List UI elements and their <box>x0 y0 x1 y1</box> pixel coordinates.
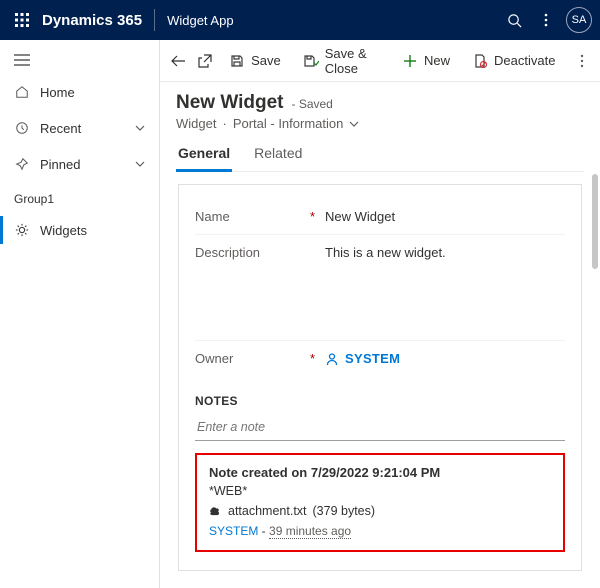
form-selector[interactable]: Portal - Information <box>233 116 344 131</box>
sidebar-item-recent[interactable]: Recent <box>0 110 159 146</box>
topbar-divider <box>154 9 155 31</box>
tab-general[interactable]: General <box>176 145 232 171</box>
field-owner: Owner * SYSTEM <box>195 340 565 376</box>
search-icon[interactable] <box>498 4 530 36</box>
widget-icon <box>14 223 30 237</box>
note-age: 39 minutes ago <box>269 524 351 539</box>
deactivate-icon <box>472 53 488 69</box>
scrollbar[interactable] <box>592 174 598 586</box>
attachment-size: (379 bytes) <box>313 504 376 518</box>
save-icon <box>229 53 245 69</box>
note-attachment[interactable]: attachment.txt (379 bytes) <box>209 504 551 518</box>
hamburger-icon[interactable] <box>0 46 159 74</box>
command-label: Save & Close <box>325 46 380 76</box>
sidebar-item-home[interactable]: Home <box>0 74 159 110</box>
sidebar: Home Recent Pinned Group1 Widgets <box>0 40 160 588</box>
sidebar-group-label: Group1 <box>0 182 159 212</box>
command-bar: Save Save & Close New Deactivate <box>160 40 600 82</box>
new-button[interactable]: New <box>392 45 460 77</box>
open-new-window-button[interactable] <box>193 45 218 77</box>
clock-icon <box>14 121 30 135</box>
note-body: *WEB* <box>209 484 551 498</box>
field-name: Name * New Widget <box>195 199 565 234</box>
notes-heading: NOTES <box>195 394 565 408</box>
back-button[interactable] <box>166 45 191 77</box>
chevron-down-icon[interactable] <box>349 121 359 127</box>
save-status: - Saved <box>292 97 333 111</box>
person-icon <box>325 352 339 366</box>
form-card: Name * New Widget Description This is a n… <box>178 184 582 571</box>
field-label: Description <box>195 245 260 260</box>
field-value[interactable]: New Widget <box>325 209 565 224</box>
home-icon <box>14 85 30 99</box>
save-close-icon <box>303 53 319 69</box>
entity-label: Widget <box>176 116 216 131</box>
note-author[interactable]: SYSTEM <box>209 524 258 538</box>
command-label: Deactivate <box>494 53 555 68</box>
attachment-name: attachment.txt <box>228 504 307 518</box>
note-card: Note created on 7/29/2022 9:21:04 PM *WE… <box>195 453 565 552</box>
field-label: Name <box>195 209 230 224</box>
app-launcher-icon[interactable] <box>8 6 36 34</box>
owner-lookup[interactable]: SYSTEM <box>325 351 565 366</box>
sidebar-item-widgets[interactable]: Widgets <box>0 212 159 248</box>
form-content: Name * New Widget Description This is a n… <box>160 172 600 588</box>
sidebar-item-label: Home <box>40 85 75 100</box>
sidebar-item-label: Recent <box>40 121 81 136</box>
more-icon[interactable] <box>530 4 562 36</box>
overflow-button[interactable] <box>569 45 594 77</box>
save-close-button[interactable]: Save & Close <box>293 45 390 77</box>
brand-label: Dynamics 365 <box>42 12 142 29</box>
sidebar-item-label: Pinned <box>40 157 80 172</box>
app-name: Widget App <box>167 13 234 28</box>
save-button[interactable]: Save <box>219 45 291 77</box>
tab-related[interactable]: Related <box>252 145 304 171</box>
command-label: New <box>424 53 450 68</box>
command-label: Save <box>251 53 281 68</box>
deactivate-button[interactable]: Deactivate <box>462 45 565 77</box>
pin-icon <box>14 157 30 171</box>
note-meta: SYSTEM - 39 minutes ago <box>209 524 551 538</box>
field-label: Owner <box>195 351 233 366</box>
note-title: Note created on 7/29/2022 9:21:04 PM <box>209 465 551 480</box>
avatar[interactable]: SA <box>566 7 592 33</box>
top-bar: Dynamics 365 Widget App SA <box>0 0 600 40</box>
note-input[interactable] <box>195 414 565 441</box>
sidebar-item-pinned[interactable]: Pinned <box>0 146 159 182</box>
page-title: New Widget <box>176 92 284 114</box>
main: Save Save & Close New Deactivate New Wid… <box>160 40 600 588</box>
required-indicator: * <box>310 209 315 224</box>
attachment-icon <box>209 506 222 516</box>
field-value[interactable]: This is a new widget. <box>325 245 565 330</box>
form-header: New Widget - Saved Widget · Portal - Inf… <box>160 82 600 172</box>
field-description: Description This is a new widget. <box>195 234 565 340</box>
required-indicator: * <box>310 351 315 366</box>
tabs: General Related <box>176 145 584 172</box>
plus-icon <box>402 53 418 69</box>
sidebar-item-label: Widgets <box>40 223 87 238</box>
chevron-down-icon <box>135 161 145 167</box>
chevron-down-icon <box>135 125 145 131</box>
